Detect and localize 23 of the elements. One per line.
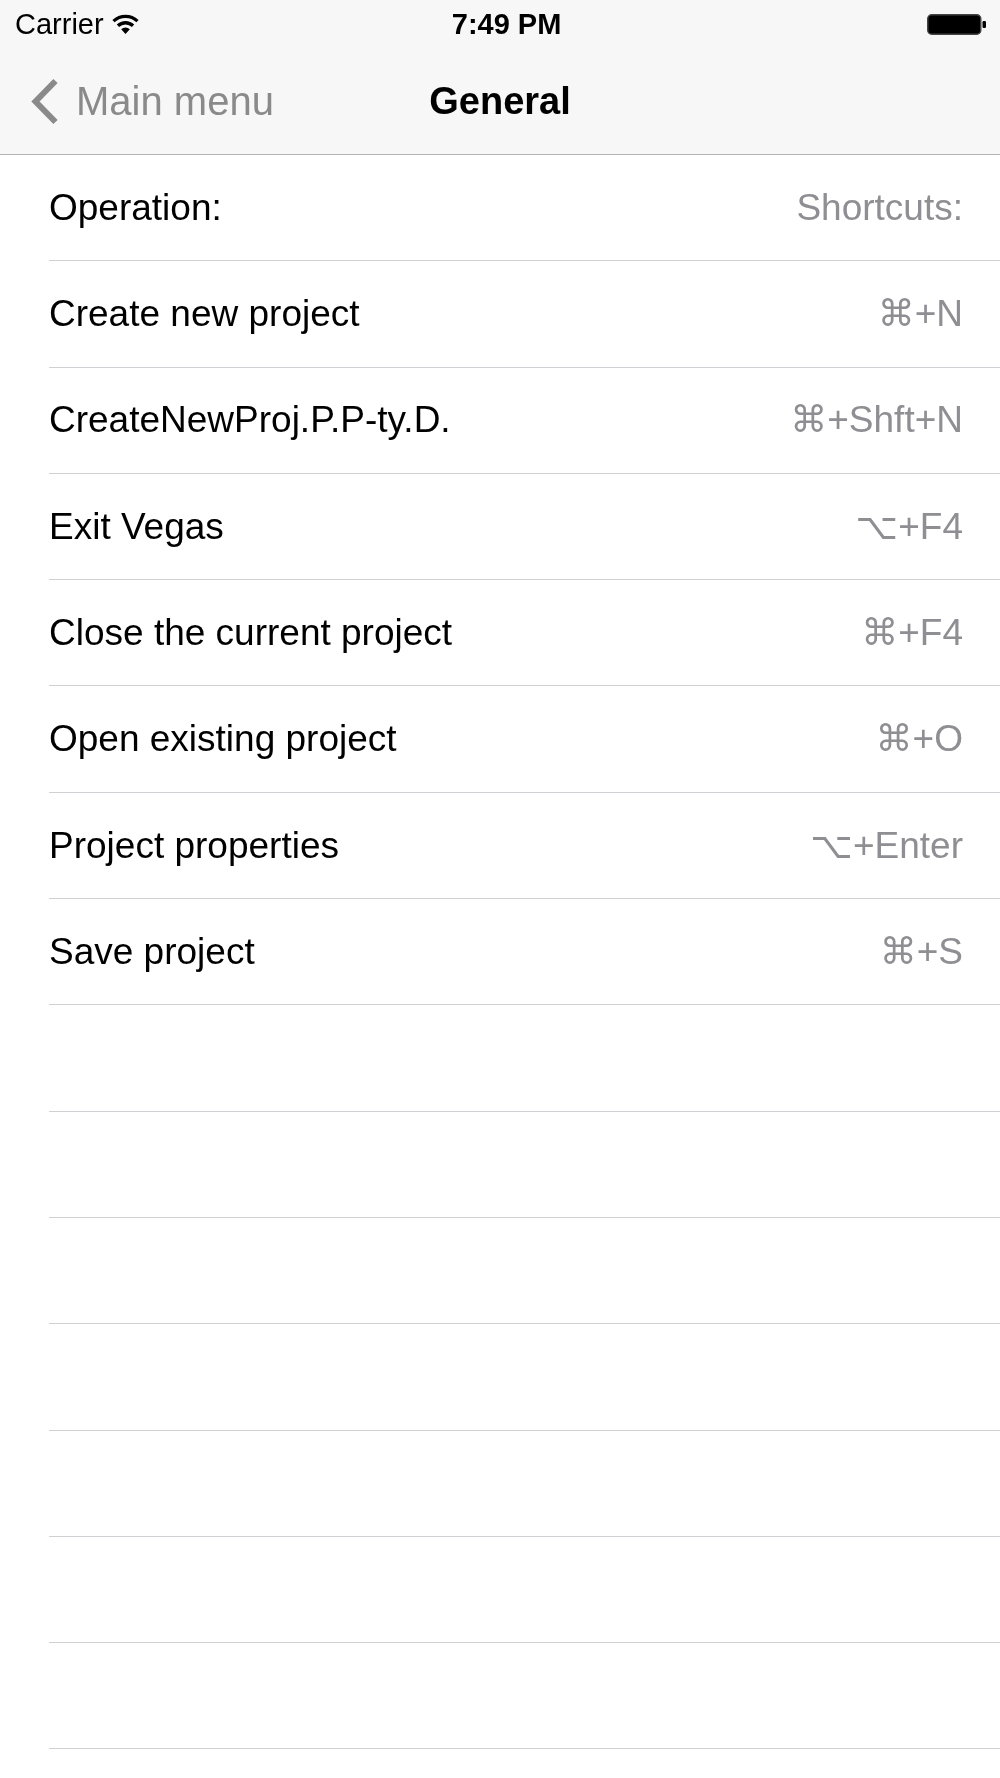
column-heading: Shortcuts: [796, 185, 963, 230]
nav-title: General [429, 82, 571, 120]
battery-icon [927, 13, 986, 35]
operation-text: CreateNewProj.P.P-ty.D. [49, 398, 451, 443]
shortcut-text: ⌘+F4 [861, 611, 963, 656]
shortcut-text: ⌘+Shft+N [790, 398, 963, 443]
wifi-icon [111, 14, 139, 34]
operation-text: Exit Vegas [49, 504, 224, 549]
status-time: 7:49 PM [451, 9, 562, 39]
operation-text: Create new project [49, 292, 360, 337]
column-heading: Operation: [49, 185, 222, 230]
operation-text: Save project [49, 929, 255, 974]
shortcut-text: ⌥+F4 [855, 504, 963, 549]
shortcut-text: ⌘+N [877, 292, 963, 337]
operation-text: Close the current project [49, 611, 453, 656]
shortcut-text: ⌘+S [879, 929, 963, 974]
back-chevron-icon [31, 77, 59, 125]
shortcut-text: ⌥+Enter [810, 823, 963, 868]
shortcut-text: ⌘+O [875, 717, 963, 762]
operation-text: Open existing project [49, 717, 397, 762]
carrier-label: Carrier [15, 9, 104, 39]
operation-text: Project properties [49, 823, 339, 868]
back-button[interactable]: Main menu [0, 71, 274, 131]
